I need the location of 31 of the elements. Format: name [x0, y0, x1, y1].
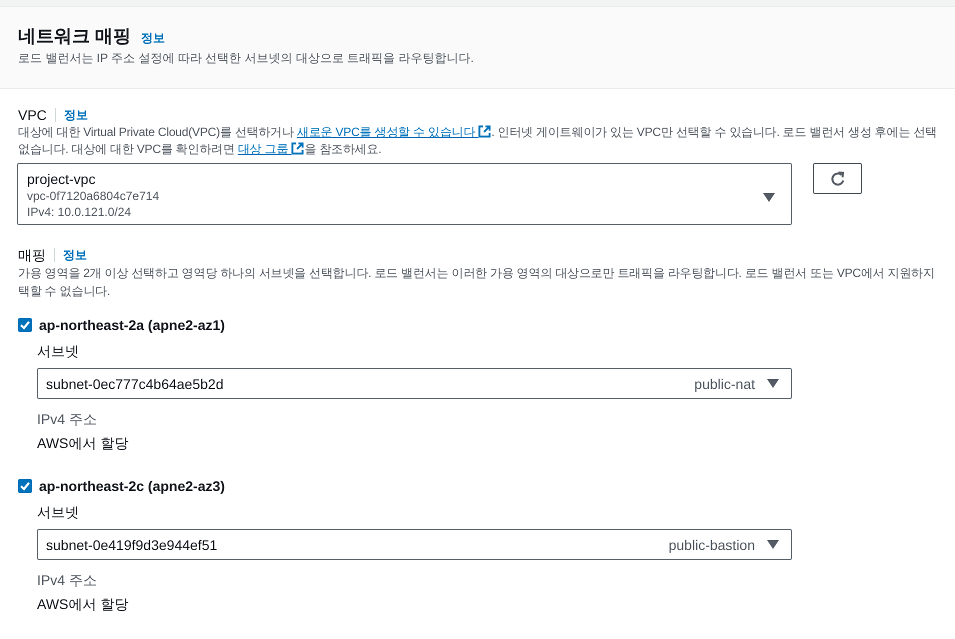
zone-checkbox[interactable]: [18, 479, 32, 493]
external-link[interactable]: 대상 그룹: [238, 142, 304, 156]
mapping-description: 가용 영역을 2개 이상 선택하고 영역당 하나의 서브넷을 선택합니다. 로드 밸런서는 이러한 가용 영역의 대상으로만 트래픽을 라우팅합니다. 로드 밸런서 또는 VPC에서 지원하지 택할 수 없습니다.: [17, 265, 936, 300]
subnet-label: 서브넷: [37, 503, 80, 522]
ipv4-value: AWS에서 할당: [37, 434, 130, 452]
refresh-icon: [830, 170, 846, 186]
info-link[interactable]: 정보: [64, 107, 88, 123]
section-description: 로드 밸런서는 IP 주소 설정에 따라 선택한 서브넷의 대상으로 트래픽을 라우팅합니다.: [18, 50, 475, 66]
external-link[interactable]: 새로운 VPC를 생성할 수 있습니다: [296, 125, 492, 139]
subnet-select[interactable]: subnet-0ec777c4b64ae5b2d public-nat: [37, 368, 792, 399]
mapping-label: 매핑: [18, 246, 46, 264]
subnet-select[interactable]: subnet-0e419f9d3e944ef51 public-bastion: [37, 529, 792, 560]
caret-icon: [767, 379, 779, 388]
info-link[interactable]: 정보: [141, 30, 166, 46]
vpc-select[interactable]: project-vpc vpc-0f7120a6804c7e714 IPv4: 10.0.121.0/24: [17, 163, 792, 225]
external-link-icon: [291, 142, 304, 155]
ipv4-label: IPv4 주소: [37, 571, 98, 589]
info-link[interactable]: 정보: [63, 247, 87, 263]
ipv4-value: AWS에서 할당: [37, 595, 130, 613]
ipv4-label: IPv4 주소: [37, 410, 98, 428]
zone-name: ap-northeast-2a (apne2-az1): [39, 316, 225, 335]
vpc-label: VPC: [18, 106, 47, 124]
zone-name: ap-northeast-2c (apne2-az3): [39, 477, 225, 496]
caret-icon: [767, 540, 779, 549]
caret-icon: [763, 192, 775, 202]
subnet-label: 서브넷: [37, 342, 80, 361]
external-link-icon: [478, 125, 492, 138]
refresh-button[interactable]: [813, 163, 862, 194]
section-title: 네트워크 매핑: [18, 25, 132, 48]
vpc-description: 대상에 대한 Virtual Private Cloud(VPC)를 선택하거나 새로운 VPC를 생성할 수 있습니다 . 인터넷 게이트웨이가 있는 VPC만 선택할 수 있습니다. 로드 밸런서 생성 후에는 선택 없습니다. 대상에 대한 VPC를 확인하려면 대상 그룹 을 참조하세요.: [17, 124, 938, 158]
zone-checkbox[interactable]: [18, 318, 32, 332]
